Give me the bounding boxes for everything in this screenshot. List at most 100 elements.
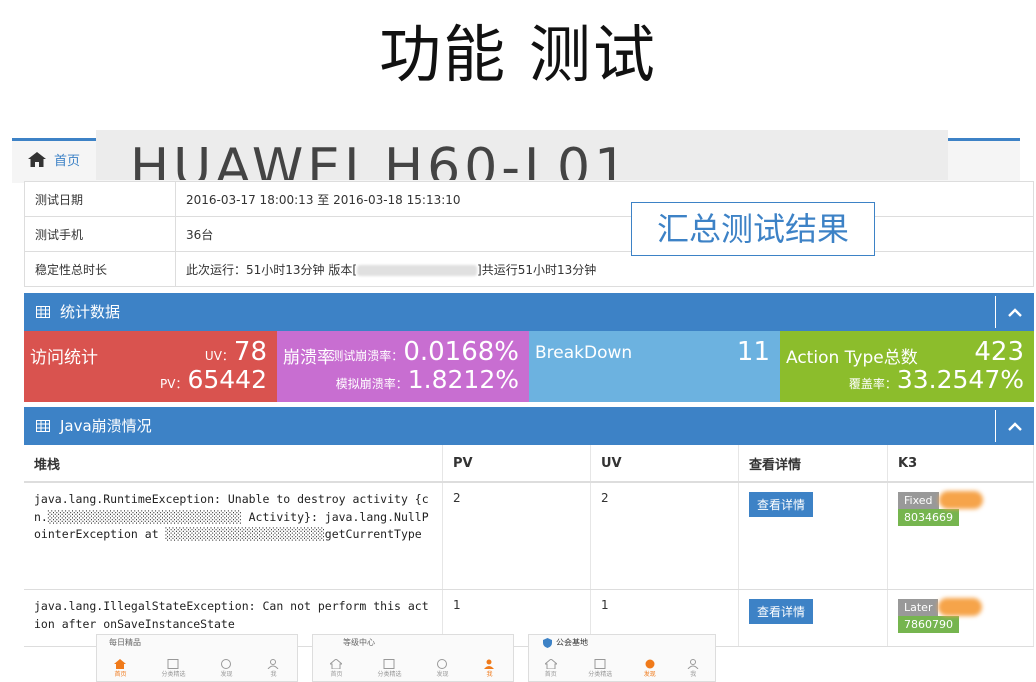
ticket-badge[interactable]: 7860790 [898,616,959,633]
col-detail: 查看详情 [738,445,888,483]
stat-action-value: 423 [974,337,1024,367]
java-panel-title: Java崩溃情况 [60,417,152,435]
uv-label: UV： [204,349,234,363]
device-name: HUAWEI H60-L01 [130,138,632,180]
col-stack: 堆栈 [24,445,443,483]
sim-crash-label: 模拟崩溃率： [335,377,408,391]
nav-home[interactable]: 首页 [330,658,343,678]
stat-crash-label: 崩溃率 [283,348,334,368]
nav-me[interactable]: 我 [483,659,495,678]
shield-icon [543,637,552,648]
redacted-owner [938,598,983,616]
table-header-row: 堆栈 PV UV 查看详情 K3 [24,445,1034,483]
nav-home[interactable]: 首页 [114,658,127,678]
list-icon [383,658,395,669]
sim-crash-value: 1.8212% [407,365,519,394]
stat-visits-label: 访问统计 [30,348,98,368]
redacted-owner [938,491,983,509]
nav-discover[interactable]: 发现 [644,659,656,678]
stat-crash-rate: 崩溃率 测试崩溃率：0.0168% 模拟崩溃率：1.8212% [277,331,529,402]
info-label: 测试日期 [24,181,176,217]
uv-cell: 2 [590,482,739,590]
nav-label: 我 [690,670,697,678]
info-label: 测试手机 [24,216,176,252]
chevron-up-icon [1008,421,1022,431]
phone-section-label: 等级中心 [343,638,375,647]
nav-category[interactable]: 分类精选 [377,658,402,678]
table-icon [36,306,50,318]
stack-trace: java.lang.IllegalStateException: Can not… [34,599,429,631]
nav-label: 分类精选 [588,670,613,678]
user-icon [484,659,495,669]
user-icon [687,658,699,669]
info-value: 36台 [175,216,1034,252]
nav-home[interactable]: 首页 [544,658,557,678]
nav-label: 我 [486,670,493,678]
chevron-up-icon [1008,307,1022,317]
view-detail-button[interactable]: 查看详情 [749,599,814,624]
list-icon [594,658,606,669]
pv-cell: 2 [442,482,591,590]
nav-label: 分类精选 [161,670,186,678]
test-crash-value: 0.0168% [403,337,519,367]
nav-discover[interactable]: 发现 [220,658,233,678]
page-title: 功能 测试 [379,18,657,91]
java-panel-header: Java崩溃情况 [24,407,1034,445]
info-value: 2016-03-17 18:00:13 至 2016-03-18 15:13:1… [175,181,1034,217]
nav-label: 首页 [330,670,343,678]
stat-breakdown: BreakDown 11 [529,331,780,402]
user-icon [268,658,279,669]
nav-me[interactable]: 我 [687,658,699,678]
phone-section-label: 每日精品 [109,638,141,647]
col-pv: PV [442,445,591,483]
info-label: 稳定性总时长 [24,251,176,287]
compass-icon [221,658,232,669]
phone-screenshot-3: 公会基地 首页 分类精选 发现 我 [528,634,716,682]
status-badge: Fixed [898,491,939,509]
collapse-java-button[interactable] [995,410,1034,442]
compass-icon [437,658,448,669]
info-value: 此次运行：51小时13分钟 版本[]共运行51小时13分钟 [175,251,1034,287]
info-row-date: 测试日期 2016-03-17 18:00:13 至 2016-03-18 15… [24,181,1034,217]
uv-value: 78 [233,337,267,367]
java-crash-table: 堆栈 PV UV 查看详情 K3 java.lang.RuntimeExcept… [24,445,1034,647]
nav-label: 发现 [220,670,233,678]
list-icon [167,658,179,669]
breadcrumb-home-link[interactable]: 首页 [54,150,80,169]
stats-panel-header: 统计数据 [24,293,1034,331]
home-icon [544,658,557,669]
breadcrumb[interactable]: 首页 [28,150,80,169]
nav-label: 分类精选 [377,670,402,678]
col-k3: K3 [887,445,1034,483]
nav-category[interactable]: 分类精选 [161,658,186,678]
status-badge: Later [898,598,939,616]
info-row-duration: 稳定性总时长 此次运行：51小时13分钟 版本[]共运行51小时13分钟 [24,251,1034,287]
stat-action-type: Action Type总数 423 覆盖率：33.2547% [780,331,1034,402]
phone-screenshot-1: 每日精品 首页 分类精选 发现 我 [96,634,298,682]
ticket-badge[interactable]: 8034669 [898,509,959,526]
info-row-phones: 测试手机 36台 [24,216,1034,252]
pv-value: 65442 [187,365,267,394]
redacted-version [357,264,478,276]
table-row: java.lang.RuntimeException: Unable to de… [24,482,1034,590]
coverage-value: 33.2547% [896,365,1024,394]
view-detail-button[interactable]: 查看详情 [749,492,814,517]
nav-label: 首页 [544,670,557,678]
home-icon [28,152,46,167]
nav-category[interactable]: 分类精选 [588,658,613,678]
duration-suffix: ]共运行51小时13分钟 [477,262,597,277]
nav-discover[interactable]: 发现 [436,658,449,678]
nav-me[interactable]: 我 [267,658,279,678]
nav-label: 首页 [114,670,127,678]
compass-icon [645,659,655,668]
summary-label: 汇总测试结果 [631,202,875,256]
stat-breakdown-value: 11 [736,337,770,367]
collapse-stats-button[interactable] [995,296,1034,328]
nav-label: 发现 [643,670,656,678]
test-info-table: 测试日期 2016-03-17 18:00:13 至 2016-03-18 15… [24,181,1034,287]
home-icon [114,658,127,669]
phone-section-label: 公会基地 [556,638,588,647]
home-icon [330,658,343,669]
test-crash-label: 测试崩溃率： [331,349,404,363]
nav-label: 发现 [436,670,449,678]
